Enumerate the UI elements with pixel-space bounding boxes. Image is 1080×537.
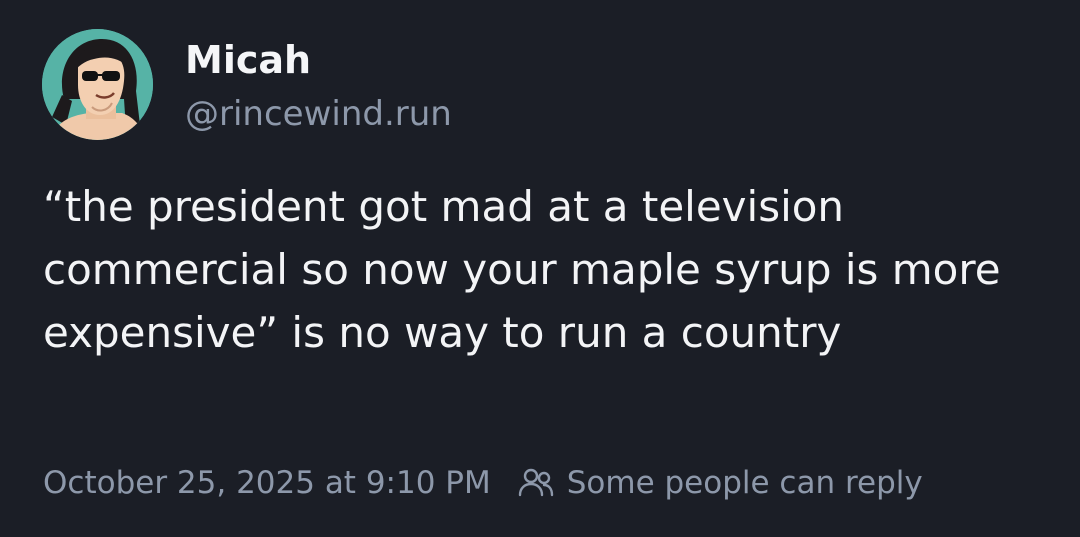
reply-setting-label[interactable]: Some people can reply (567, 465, 923, 501)
post-text: “the president got mad at a television c… (43, 182, 1001, 357)
author-display-name[interactable]: Micah (185, 38, 311, 82)
post-meta: October 25, 2025 at 9:10 PM Some people … (43, 460, 923, 506)
avatar[interactable] (42, 29, 153, 140)
post-timestamp[interactable]: October 25, 2025 at 9:10 PM (43, 465, 491, 501)
author-handle[interactable]: @rincewind.run (185, 92, 452, 136)
post-card: Micah @rincewind.run “the president got … (0, 0, 1080, 537)
people-icon (517, 464, 555, 502)
avatar-image (42, 29, 153, 140)
